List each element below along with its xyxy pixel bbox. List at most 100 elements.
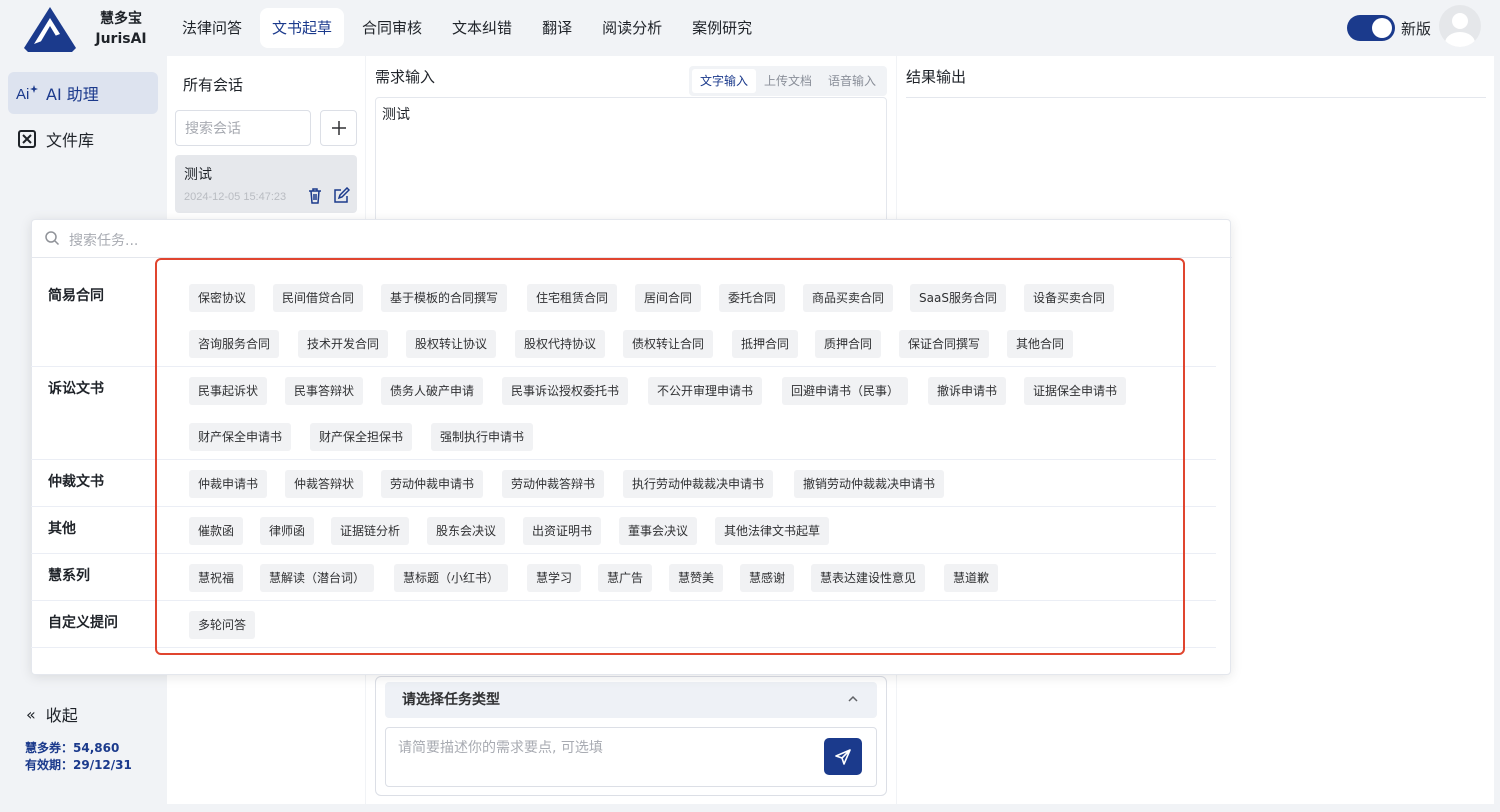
task-chip[interactable]: 居间合同 [635, 284, 702, 312]
category-label-custom-question: 自定义提问 [48, 615, 118, 631]
task-search-input[interactable]: 搜索任务... [69, 230, 138, 250]
task-chip[interactable]: 民事答辩状 [285, 377, 364, 405]
conversation-panel-title: 所有会话 [183, 76, 244, 94]
nav-item-translation[interactable]: 翻译 [530, 8, 584, 48]
task-chip[interactable]: 基于模板的合同撰写 [381, 284, 508, 312]
task-chip[interactable]: 财产保全申请书 [189, 423, 292, 451]
brand-subtitle: JurisAI [95, 31, 147, 47]
task-chip[interactable]: 慧道歉 [944, 564, 999, 592]
tab-upload-document[interactable]: 上传文档 [756, 69, 820, 93]
task-chip[interactable]: 多轮问答 [189, 611, 256, 639]
ai-sparkle-icon: Ai [16, 82, 38, 104]
request-panel-title: 需求输入 [375, 68, 436, 86]
category-divider [31, 459, 1216, 460]
nav-item-contract-review[interactable]: 合同审核 [350, 8, 434, 48]
sidebar-item-ai-assistant[interactable]: Ai AI 助理 [8, 72, 158, 114]
task-chip[interactable]: 撤销劳动仲裁裁决申请书 [794, 470, 945, 498]
request-text-area[interactable]: 测试 [375, 97, 887, 227]
task-chip[interactable]: 其他法律文书起草 [715, 517, 830, 545]
send-button[interactable] [824, 738, 862, 775]
task-chip[interactable]: 董事会决议 [619, 517, 698, 545]
task-search-bar[interactable]: 搜索任务... [32, 220, 1232, 258]
task-chip[interactable]: 慧学习 [527, 564, 582, 592]
task-chip[interactable]: 劳动仲裁申请书 [381, 470, 484, 498]
brand-name: 慧多宝 JurisAI [92, 9, 150, 49]
category-divider [31, 600, 1216, 601]
tab-text-input[interactable]: 文字输入 [692, 69, 757, 93]
requirement-input[interactable]: 请简要描述你的需求要点, 可选填 [385, 727, 877, 787]
user-avatar[interactable] [1439, 5, 1481, 47]
task-chip[interactable]: SaaS服务合同 [910, 284, 1006, 312]
task-chip[interactable]: 技术开发合同 [298, 330, 389, 358]
nav-item-reading-analysis[interactable]: 阅读分析 [590, 8, 674, 48]
task-chip[interactable]: 慧标题（小红书） [394, 564, 509, 592]
svg-text:Ai: Ai [16, 86, 29, 103]
task-chip[interactable]: 保密协议 [189, 284, 256, 312]
task-type-select[interactable]: 请选择任务类型 [385, 682, 877, 718]
task-chip[interactable]: 出资证明书 [523, 517, 602, 545]
task-chip[interactable]: 撤诉申请书 [928, 377, 1007, 405]
task-chip[interactable]: 股权转让协议 [406, 330, 497, 358]
nav-item-legal-qa[interactable]: 法律问答 [170, 8, 254, 48]
task-chip[interactable]: 慧赞美 [669, 564, 724, 592]
task-chip[interactable]: 质押合同 [815, 330, 882, 358]
task-chip[interactable]: 律师函 [260, 517, 315, 545]
jurisai-logo[interactable] [20, 4, 80, 54]
task-chip[interactable]: 股东会决议 [427, 517, 506, 545]
task-chip[interactable]: 债务人破产申请 [381, 377, 484, 405]
trash-icon[interactable] [306, 187, 324, 205]
task-chip[interactable]: 其他合同 [1007, 330, 1074, 358]
main-nav: 法律问答 文书起草 合同审核 文本纠错 翻译 阅读分析 案例研究 [170, 8, 770, 48]
task-chip[interactable]: 慧祝福 [189, 564, 244, 592]
collapse-button[interactable]: « 收起 [26, 702, 78, 726]
search-icon [45, 231, 60, 246]
task-chip[interactable]: 强制执行申请书 [431, 423, 534, 451]
task-chip[interactable]: 咨询服务合同 [189, 330, 280, 358]
task-chip[interactable]: 慧广告 [598, 564, 653, 592]
task-chip[interactable]: 保证合同撰写 [899, 330, 990, 358]
nav-item-case-research[interactable]: 案例研究 [680, 8, 764, 48]
nav-item-text-correction[interactable]: 文本纠错 [440, 8, 524, 48]
task-chip[interactable]: 慧感谢 [740, 564, 795, 592]
task-chip[interactable]: 慧表达建设性意见 [811, 564, 926, 592]
task-chip[interactable]: 商品买卖合同 [803, 284, 894, 312]
nav-item-document-drafting[interactable]: 文书起草 [260, 8, 345, 48]
task-chip[interactable]: 民事起诉状 [189, 377, 268, 405]
category-label-litigation: 诉讼文书 [48, 381, 104, 397]
category-label-arbitration: 仲裁文书 [48, 474, 104, 490]
conversation-search-input[interactable]: 搜索会话 [175, 110, 311, 146]
task-chip[interactable]: 委托合同 [719, 284, 786, 312]
task-chip[interactable]: 执行劳动仲裁裁决申请书 [623, 470, 774, 498]
avatar-person-icon [1445, 13, 1475, 47]
task-chip[interactable]: 股权代持协议 [515, 330, 606, 358]
sidebar-item-label: 文件库 [46, 131, 95, 150]
task-chip[interactable]: 设备买卖合同 [1024, 284, 1115, 312]
category-divider [31, 366, 1216, 367]
category-divider [31, 506, 1216, 507]
conversation-item[interactable]: 测试 2024-12-05 15:47:23 [175, 155, 357, 213]
task-chip[interactable]: 债权转让合同 [623, 330, 714, 358]
task-chip[interactable]: 劳动仲裁答辩书 [502, 470, 605, 498]
task-chip[interactable]: 不公开审理申请书 [648, 377, 763, 405]
task-chip[interactable]: 抵押合同 [732, 330, 799, 358]
top-bar: 慧多宝 JurisAI 法律问答 文书起草 合同审核 文本纠错 翻译 阅读分析 … [0, 0, 1500, 56]
box-x-icon [16, 128, 38, 150]
task-chip[interactable]: 证据保全申请书 [1024, 377, 1127, 405]
task-chip[interactable]: 催款函 [189, 517, 244, 545]
new-version-toggle[interactable] [1347, 15, 1395, 41]
task-chip[interactable]: 民事诉讼授权委托书 [502, 377, 629, 405]
task-chip[interactable]: 民间借贷合同 [273, 284, 364, 312]
add-conversation-button[interactable] [320, 110, 357, 146]
task-chip[interactable]: 证据链分析 [331, 517, 410, 545]
task-chip[interactable]: 仲裁答辩状 [285, 470, 364, 498]
task-chip[interactable]: 仲裁申请书 [189, 470, 268, 498]
edit-icon[interactable] [332, 187, 350, 205]
expiry-date: 有效期：29/12/31 [25, 758, 132, 772]
task-chip[interactable]: 慧解读（潜台词） [260, 564, 375, 592]
task-chip[interactable]: 住宅租赁合同 [527, 284, 618, 312]
task-chip[interactable]: 财产保全担保书 [310, 423, 413, 451]
sidebar-item-file-library[interactable]: 文件库 [8, 118, 158, 160]
task-type-select-label: 请选择任务类型 [402, 692, 500, 708]
task-chip[interactable]: 回避申请书（民事） [782, 377, 909, 405]
tab-voice-input[interactable]: 语音输入 [820, 69, 884, 93]
